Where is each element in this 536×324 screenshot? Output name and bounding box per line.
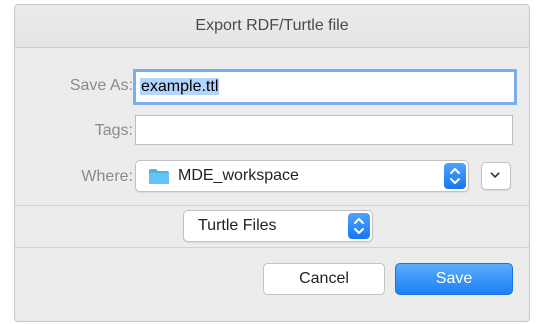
export-dialog: Export RDF/Turtle file Save As: example.… xyxy=(14,4,530,322)
up-down-chevron-icon xyxy=(450,168,460,184)
folder-icon xyxy=(149,169,169,184)
divider-top xyxy=(15,205,529,206)
where-stepper xyxy=(444,163,466,189)
chevron-down-icon xyxy=(490,172,500,178)
expand-button[interactable] xyxy=(481,162,511,190)
up-down-chevron-icon xyxy=(354,218,364,234)
where-label: Where: xyxy=(81,168,133,185)
where-value: MDE_workspace xyxy=(178,167,299,184)
save-as-field[interactable]: example.ttl xyxy=(133,69,517,105)
file-format-stepper xyxy=(348,213,370,239)
file-format-value: Turtle Files xyxy=(198,217,277,234)
tags-field[interactable] xyxy=(135,115,513,145)
file-format-popup[interactable]: Turtle Files xyxy=(183,210,373,242)
tags-label: Tags: xyxy=(94,122,133,139)
dialog-title: Export RDF/Turtle file xyxy=(15,5,529,48)
divider-bottom xyxy=(15,247,529,248)
save-as-value: example.ttl xyxy=(140,78,220,95)
cancel-button[interactable]: Cancel xyxy=(263,263,385,295)
save-as-label: Save As: xyxy=(69,77,133,94)
where-popup[interactable]: MDE_workspace xyxy=(135,160,469,192)
save-button[interactable]: Save xyxy=(395,263,513,295)
